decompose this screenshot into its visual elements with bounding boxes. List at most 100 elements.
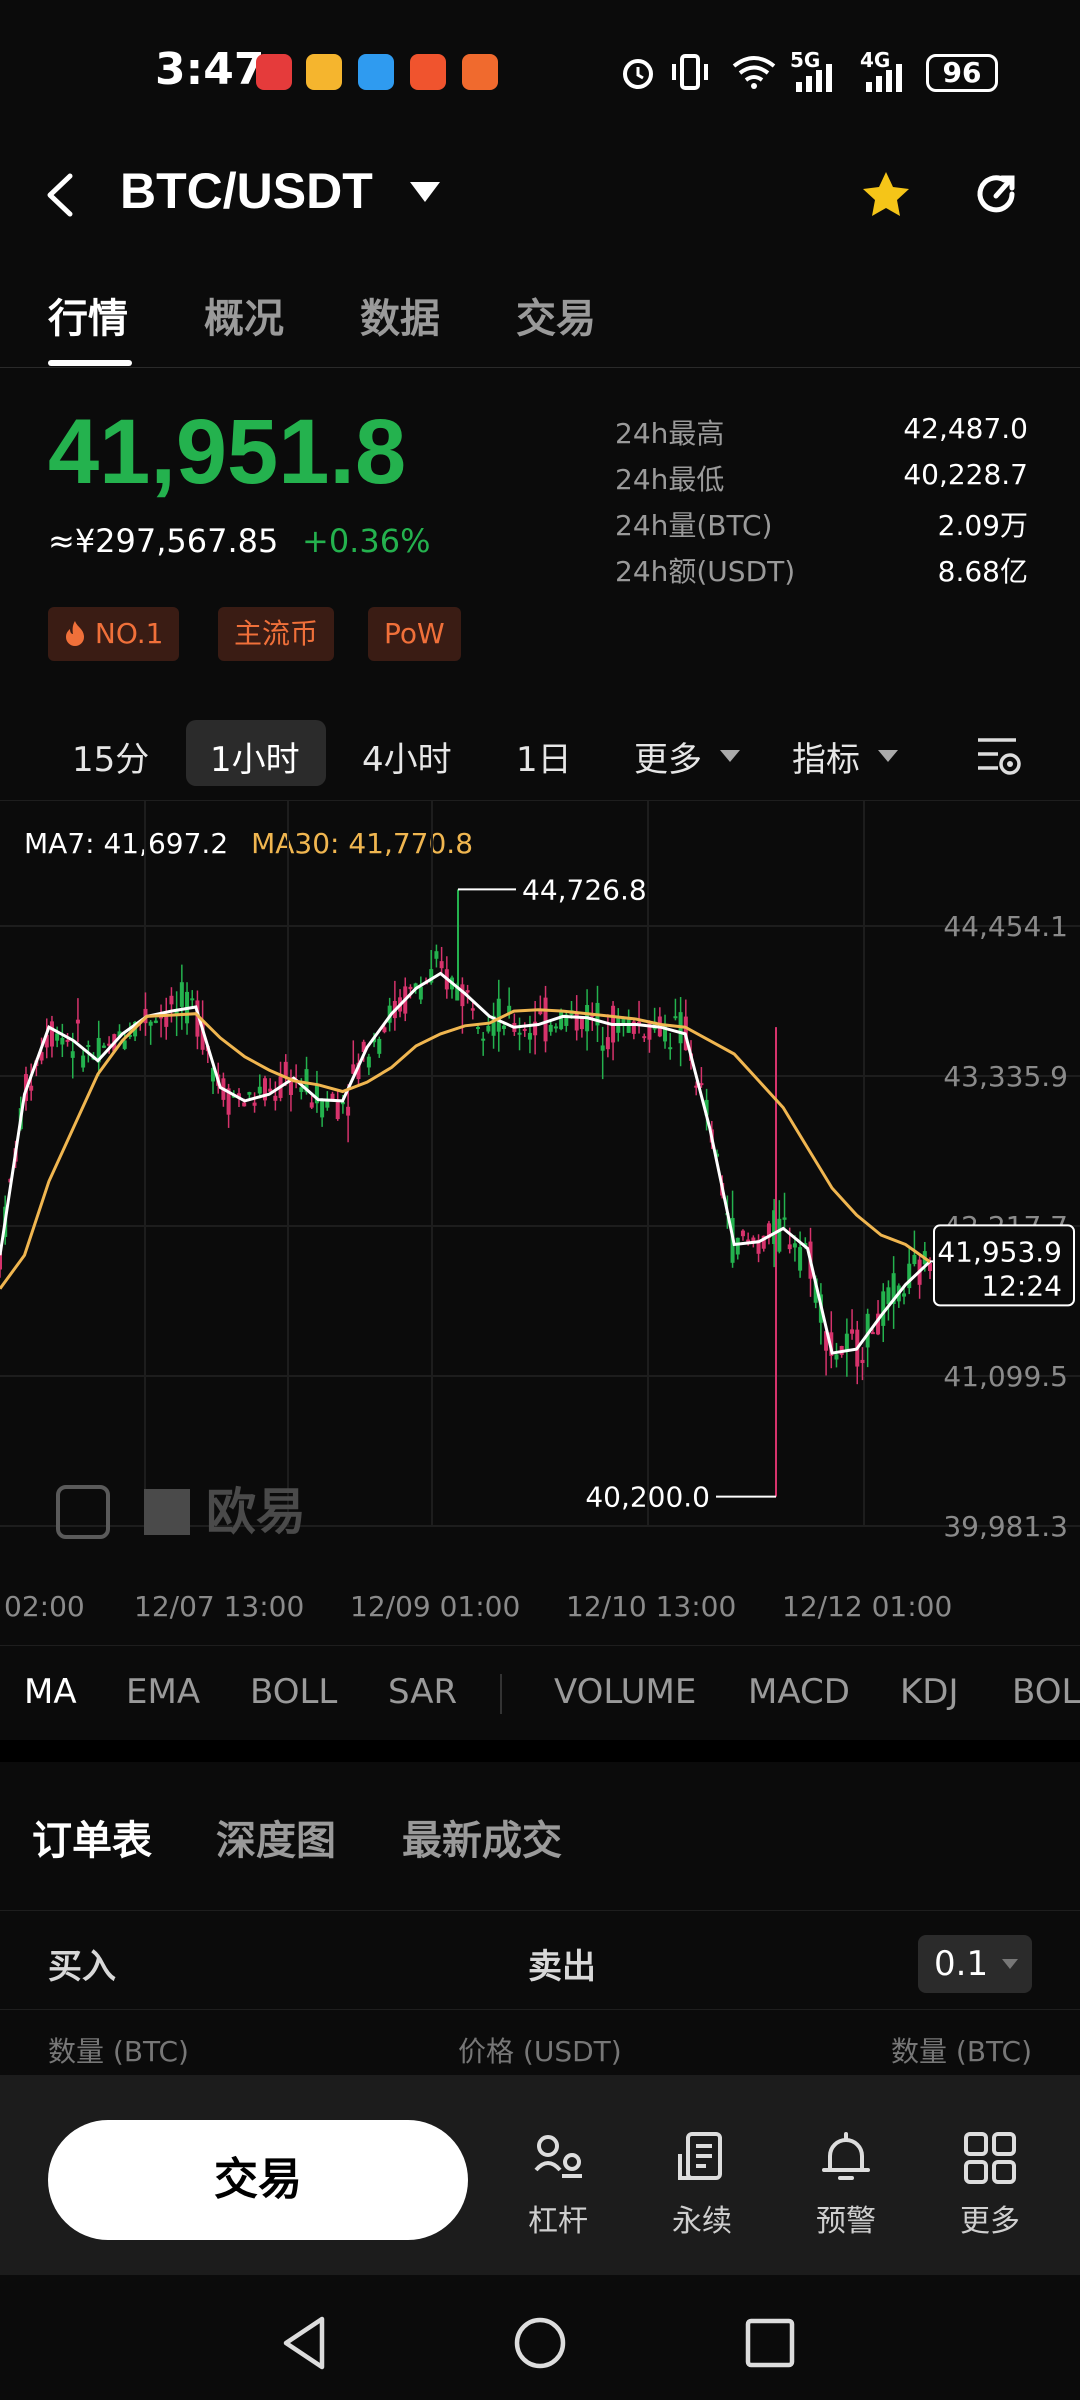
tab-latest-trades[interactable]: 最新成交 [402, 1808, 562, 1866]
interval-4h[interactable]: 4小时 [362, 732, 452, 781]
tab-overview[interactable]: 概况 [204, 286, 284, 344]
system-recents-icon[interactable] [744, 2317, 796, 2369]
candle-down [439, 961, 444, 969]
interval-indicator[interactable]: 指标 [792, 732, 860, 781]
candle-up [673, 1016, 678, 1019]
chart-watermark: 欧易 [206, 1483, 306, 1541]
indicator-volume[interactable]: VOLUME [554, 1672, 696, 1712]
candle-up [366, 1056, 371, 1068]
candle-down [164, 1015, 169, 1027]
nav-perpetual[interactable]: 永续 [652, 2130, 752, 2240]
chart-settings-icon[interactable] [976, 734, 1022, 778]
y-tick-label: 41,099.5 [943, 1360, 1068, 1393]
candle-up [886, 1287, 891, 1305]
x-tick-label: 12/09 01:00 [350, 1590, 520, 1623]
candle-down [0, 1252, 2, 1270]
trade-button[interactable]: 交易 [48, 2120, 468, 2240]
candle-up [60, 1038, 65, 1045]
back-icon[interactable] [38, 170, 82, 220]
buy-label: 买入 [48, 1947, 116, 1987]
indicator-boll[interactable]: BOLL [250, 1672, 337, 1712]
candle-up [475, 1027, 480, 1030]
candle-down [309, 1102, 314, 1108]
system-home-icon[interactable] [512, 2315, 568, 2371]
tab-underline [48, 360, 132, 366]
interval-1d[interactable]: 1日 [516, 732, 572, 781]
candle-up [553, 1026, 558, 1029]
search-app-icon [358, 54, 394, 90]
candle-up [86, 1044, 91, 1047]
candle-down [460, 984, 465, 1007]
tab-depth[interactable]: 深度图 [216, 1808, 336, 1866]
candle-down [346, 1106, 351, 1116]
candle-down [470, 1008, 475, 1011]
ma7-line [0, 971, 932, 1355]
candle-down [787, 1244, 792, 1250]
candle-down [273, 1095, 278, 1101]
tab-market[interactable]: 行情 [48, 286, 128, 344]
price-change: +0.36% [302, 522, 431, 560]
pair-selector[interactable]: BTC/USDT [120, 162, 373, 220]
orderbook-tabs: 订单表 深度图 最新成交 [0, 1770, 1080, 1910]
chevron-down-icon[interactable] [408, 180, 442, 204]
candle-up [320, 1101, 325, 1118]
system-back-icon[interactable] [280, 2315, 330, 2371]
col-qty-left: 数量 (BTC) [48, 2035, 189, 2068]
candle-down [605, 1037, 610, 1050]
indicator-ma[interactable]: MA [24, 1672, 77, 1712]
app-notification-icon [256, 54, 292, 90]
low-price-label: 40,200.0 [585, 1481, 710, 1514]
interval-bar: 15分 1小时 4小时 1日 更多 指标 [0, 720, 1080, 790]
candle-up [486, 1025, 491, 1032]
tab-orderbook[interactable]: 订单表 [32, 1808, 152, 1866]
candle-down [740, 1230, 745, 1237]
interval-more[interactable]: 更多 [634, 732, 702, 781]
interval-15m[interactable]: 15分 [72, 732, 149, 781]
candle-up [735, 1237, 740, 1255]
rank-badge[interactable]: NO.1 [48, 607, 180, 661]
pow-badge[interactable]: PoW [368, 607, 461, 661]
nav-leverage[interactable]: 杠杆 [508, 2130, 608, 2240]
candle-up [881, 1291, 886, 1326]
interval-1h[interactable]: 1小时 [210, 732, 300, 781]
stat-turnover-label: 24h额(USDT) [615, 555, 796, 588]
chart-canvas[interactable]: 44,454.143,335.942,217.741,099.539,981.3… [0, 801, 1080, 1641]
candle-down [538, 1011, 543, 1015]
share-icon[interactable] [968, 166, 1024, 222]
stat-volume-value: 2.09万 [937, 509, 1028, 542]
tab-trade[interactable]: 交易 [516, 286, 596, 344]
candle-up [481, 1038, 486, 1041]
candle-up [81, 1055, 86, 1068]
brand-logo-mark [144, 1489, 190, 1535]
nav-alert[interactable]: 预警 [796, 2130, 896, 2240]
leverage-icon [534, 2135, 582, 2178]
precision-value: 0.1 [934, 1944, 989, 1984]
tab-data[interactable]: 数据 [360, 286, 440, 344]
mainstream-badge[interactable]: 主流币 [218, 607, 335, 661]
taobao-icon [462, 54, 498, 90]
stat-high-value: 42,487.0 [903, 412, 1028, 445]
candle-down [574, 1012, 579, 1031]
stat-low-label: 24h最低 [615, 463, 725, 496]
indicator-ema[interactable]: EMA [126, 1672, 200, 1712]
favorite-star-icon[interactable] [858, 168, 914, 224]
header: BTC/USDT [0, 150, 1080, 240]
candle-down [382, 1027, 387, 1033]
wifi-icon [732, 56, 776, 89]
indicator-sar[interactable]: SAR [388, 1672, 457, 1712]
indicator-boll-sub[interactable]: BOL [1012, 1672, 1080, 1712]
indicator-macd[interactable]: MACD [748, 1672, 850, 1712]
candle-up [247, 1092, 252, 1095]
candle-down [850, 1329, 855, 1334]
nav-more[interactable]: 更多 [940, 2130, 1040, 2240]
indicator-kdj[interactable]: KDJ [900, 1672, 959, 1712]
alarm-icon [623, 59, 653, 89]
precision-select[interactable]: 0.1 [918, 1935, 1032, 1993]
perpetual-icon [678, 2132, 722, 2180]
candle-down [252, 1102, 257, 1106]
price-cny: ≈¥297,567.85 [48, 522, 279, 560]
col-qty-right: 数量 (BTC) [891, 2035, 1032, 2068]
candle-down [49, 1021, 54, 1047]
price-chart[interactable]: MA7: 41,697.2 MA30: 41,770.8 44,454.1 43,… [0, 800, 1080, 1640]
candle-up [782, 1217, 787, 1220]
